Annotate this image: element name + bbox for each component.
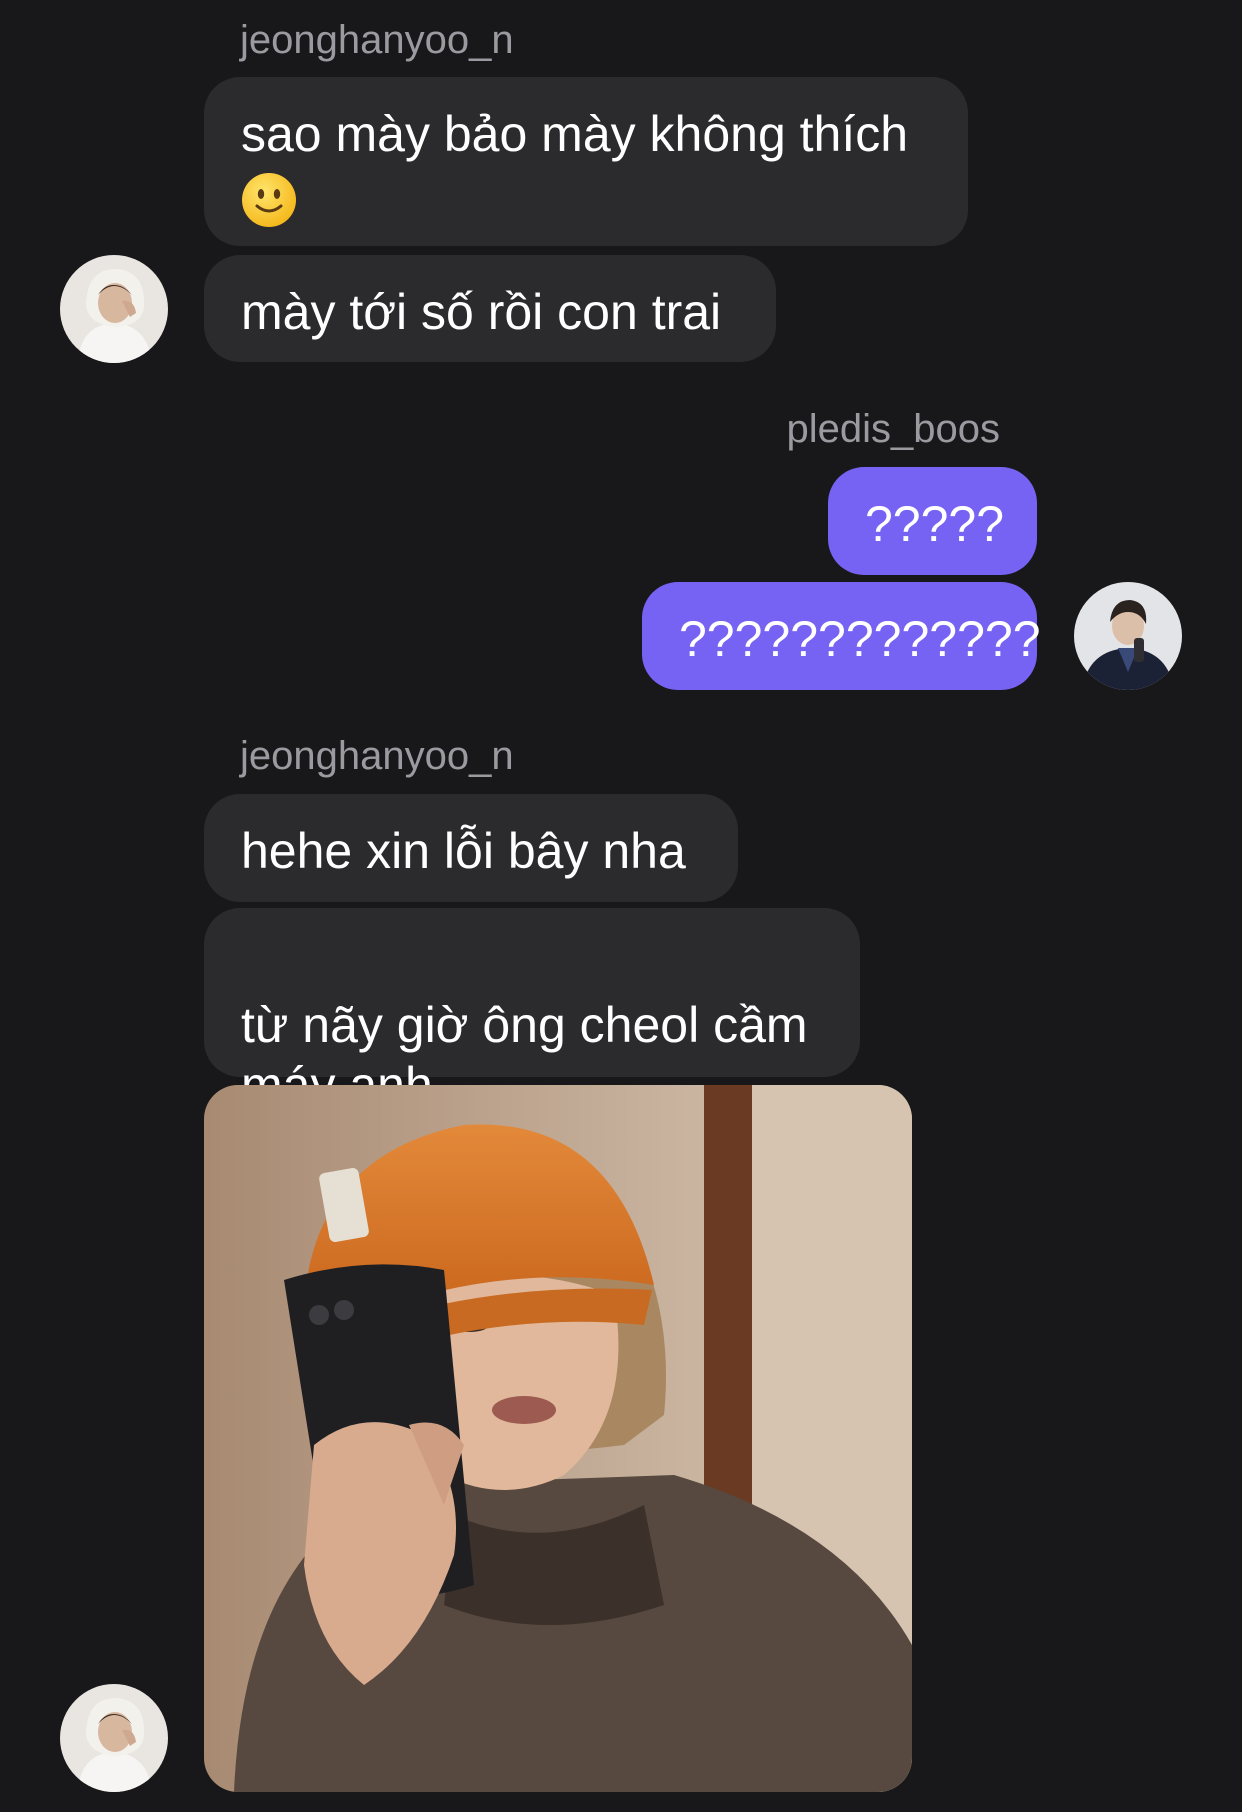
message-text: mày tới số rồi con trai	[241, 284, 722, 340]
incoming-message-bubble[interactable]: từ nãy giờ ông cheol cầm máy anh	[204, 908, 860, 1113]
smiling-face-emoji-icon	[241, 172, 297, 228]
avatar-jeonghanyoo_n[interactable]	[60, 1684, 168, 1792]
outgoing-message-bubble[interactable]: ?????	[828, 467, 1037, 575]
sender-name-jeonghanyoo_n: jeonghanyoo_n	[240, 18, 514, 62]
incoming-message-bubble[interactable]: sao mày bảo mày không thích	[204, 77, 968, 246]
message-text: ?????	[865, 496, 1005, 552]
incoming-message-bubble[interactable]: mày tới số rồi con trai	[204, 255, 776, 362]
message-text: sao mày bảo mày không thích	[241, 106, 909, 162]
avatar-jeonghanyoo_n[interactable]	[60, 255, 168, 363]
avatar-white-hood-icon	[60, 255, 168, 363]
sender-name-pledis_boos: pledis_boos	[786, 407, 1001, 451]
avatar-dark-jacket-icon	[1074, 582, 1182, 690]
message-text: ?????????????	[679, 611, 1041, 667]
sender-name-jeonghanyoo_n: jeonghanyoo_n	[240, 734, 514, 778]
outgoing-message-bubble[interactable]: ?????????????	[642, 582, 1041, 690]
message-text: hehe xin lỗi bây nha	[241, 823, 686, 879]
incoming-message-bubble[interactable]: hehe xin lỗi bây nha	[204, 794, 738, 902]
photo-person-orange-beanie-phone-selfie-icon	[204, 1085, 912, 1792]
message-photo[interactable]	[204, 1085, 912, 1792]
avatar-white-hood-icon	[60, 1684, 168, 1792]
avatar-pledis_boos[interactable]	[1074, 582, 1182, 690]
